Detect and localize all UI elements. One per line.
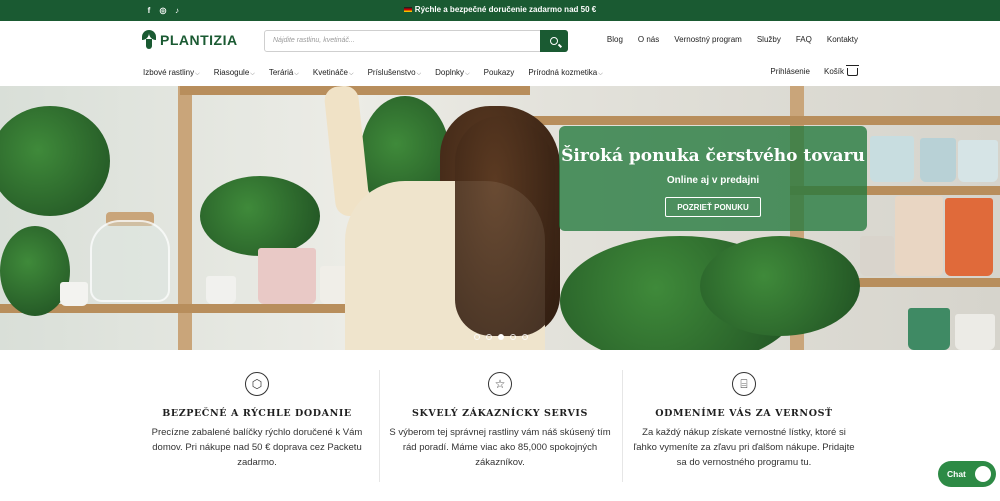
top-nav: Blog O nás Vernostný program Služby FAQ … [607,35,858,44]
category-cosmetics[interactable]: Prírodná kozmetika⌵ [528,68,602,78]
star-icon: ☆ [488,372,512,396]
feature-delivery: ⬡ BEZPEČNÉ A RÝCHLE DODANIE Precízne zab… [144,372,370,470]
chevron-down-icon: ⌵ [294,71,299,77]
slider-dot-4[interactable] [510,334,516,340]
category-terrariums[interactable]: Teráriá⌵ [269,68,299,78]
slider-dot-2[interactable] [486,334,492,340]
pot-image [895,196,943,276]
chat-button[interactable]: Chat [938,461,996,487]
pot-image [920,138,956,182]
search-input[interactable]: Nájdite rastlinu, kvetináč... [273,37,355,44]
leaf-logo-icon [142,30,156,50]
feature-title: SKVELÝ ZÁKAZNÍCKY SERVIS [412,408,588,419]
feature-loyalty: ⌸ ODMENÍME VÁS ZA VERNOSŤ Za každý nákup… [631,372,857,470]
hero-subtitle: Online aj v predajni [666,175,760,186]
category-label: Riasogule [213,68,250,77]
category-label: Príslušenstvo [367,68,416,77]
slovak-flag-icon [403,7,412,13]
hero-cta-button[interactable]: POZRIEŤ PONUKU [665,197,761,217]
chevron-down-icon: ⌵ [349,71,354,77]
woman-hair-front [455,116,555,336]
feature-title: BEZPEČNÉ A RÝCHLE DODANIE [162,408,352,419]
nav-link-services[interactable]: Služby [757,35,781,44]
hero-slider: Široká ponuka čerstvého tovaru Online aj… [0,86,1000,350]
pot-image [945,198,993,276]
slider-dot-3[interactable] [498,334,504,340]
feature-title: ODMENÍME VÁS ZA VERNOSŤ [655,408,833,419]
pot-image [870,136,914,182]
chevron-down-icon: ⌵ [465,71,470,77]
slider-dot-5[interactable] [522,334,528,340]
logo-text: PLANTIZIA [160,32,238,48]
category-label: Izbové rastliny [143,68,195,77]
chevron-down-icon: ⌵ [195,71,200,77]
feature-text: Za každý nákup získate vernostné lístky,… [633,427,855,468]
category-label: Kvetináče [312,68,348,77]
category-houseplants[interactable]: Izbové rastliny⌵ [143,68,200,78]
shelf-board [530,116,1000,125]
hero-promo-box: Široká ponuka čerstvého tovaru Online aj… [559,126,867,231]
divider [379,370,380,482]
chevron-down-icon: ⌵ [416,71,422,77]
nav-link-about[interactable]: O nás [638,35,659,44]
login-link[interactable]: Prihlásenie [770,67,810,76]
feature-service: ☆ SKVELÝ ZÁKAZNÍCKY SERVIS S výberom tej… [387,372,613,470]
nav-link-faq[interactable]: FAQ [796,35,812,44]
pot-image [958,140,998,182]
category-label: Doplnky [435,68,465,77]
hero-title: Široká ponuka čerstvého tovaru [561,146,865,166]
divider [622,370,623,482]
site-header: PLANTIZIA Nájdite rastlinu, kvetináč... … [0,21,1000,61]
slider-dots [474,334,528,340]
pot-image [955,314,995,350]
category-extras[interactable]: Doplnky⌵ [435,68,469,78]
terrarium-jar [90,220,170,302]
pot-image [258,248,316,304]
nav-link-loyalty[interactable]: Vernostný program [674,35,742,44]
category-accessories[interactable]: Príslušenstvo⌵ [368,68,422,78]
category-marimo[interactable]: Riasogule⌵ [214,68,255,78]
chevron-down-icon: ⌵ [250,71,255,77]
pot-image [860,236,894,276]
cart-link[interactable]: Košík [823,64,859,76]
search-bar: Nájdite rastlinu, kvetináč... [264,30,568,52]
slider-dot-1[interactable] [474,334,480,340]
pot-image [60,282,88,306]
chat-bubble-icon [975,466,991,482]
feature-text: Precízne zabalené balíčky rýchlo doručen… [151,427,363,468]
cart-label: Košík [823,67,844,76]
category-label: Poukazy [483,68,515,77]
box-icon: ⬡ [245,372,269,396]
category-label: Teráriá [268,68,294,77]
top-announcement-bar: f ◎ ♪ Rýchle a bezpečné doručenie zadarm… [0,0,1000,21]
plant-image [0,226,70,316]
category-pots[interactable]: Kvetináče⌵ [313,68,354,78]
category-label: Prírodná kozmetika [528,68,598,77]
shipping-promo: Rýchle a bezpečné doručenie zadarmo nad … [0,5,1000,14]
nav-link-contacts[interactable]: Kontakty [827,35,858,44]
plant-image [200,176,320,256]
category-vouchers[interactable]: Poukazy [484,68,515,78]
gift-icon: ⌸ [732,372,756,396]
plant-image [700,236,860,336]
pot-image [908,308,950,350]
chat-label: Chat [947,469,966,479]
features-section: ⬡ BEZPEČNÉ A RÝCHLE DODANIE Precízne zab… [0,350,1000,501]
logo[interactable]: PLANTIZIA [142,30,238,50]
search-button[interactable] [540,30,568,52]
category-nav: Izbové rastliny⌵ Riasogule⌵ Teráriá⌵ Kve… [0,61,1000,86]
pot-image [206,276,236,304]
shipping-promo-text: Rýchle a bezpečné doručenie zadarmo nad … [414,5,597,14]
chevron-down-icon: ⌵ [598,71,603,77]
nav-link-blog[interactable]: Blog [607,35,623,44]
feature-text: S výberom tej správnej rastliny vám náš … [389,427,611,468]
search-icon [550,37,558,45]
cart-icon [846,64,859,76]
